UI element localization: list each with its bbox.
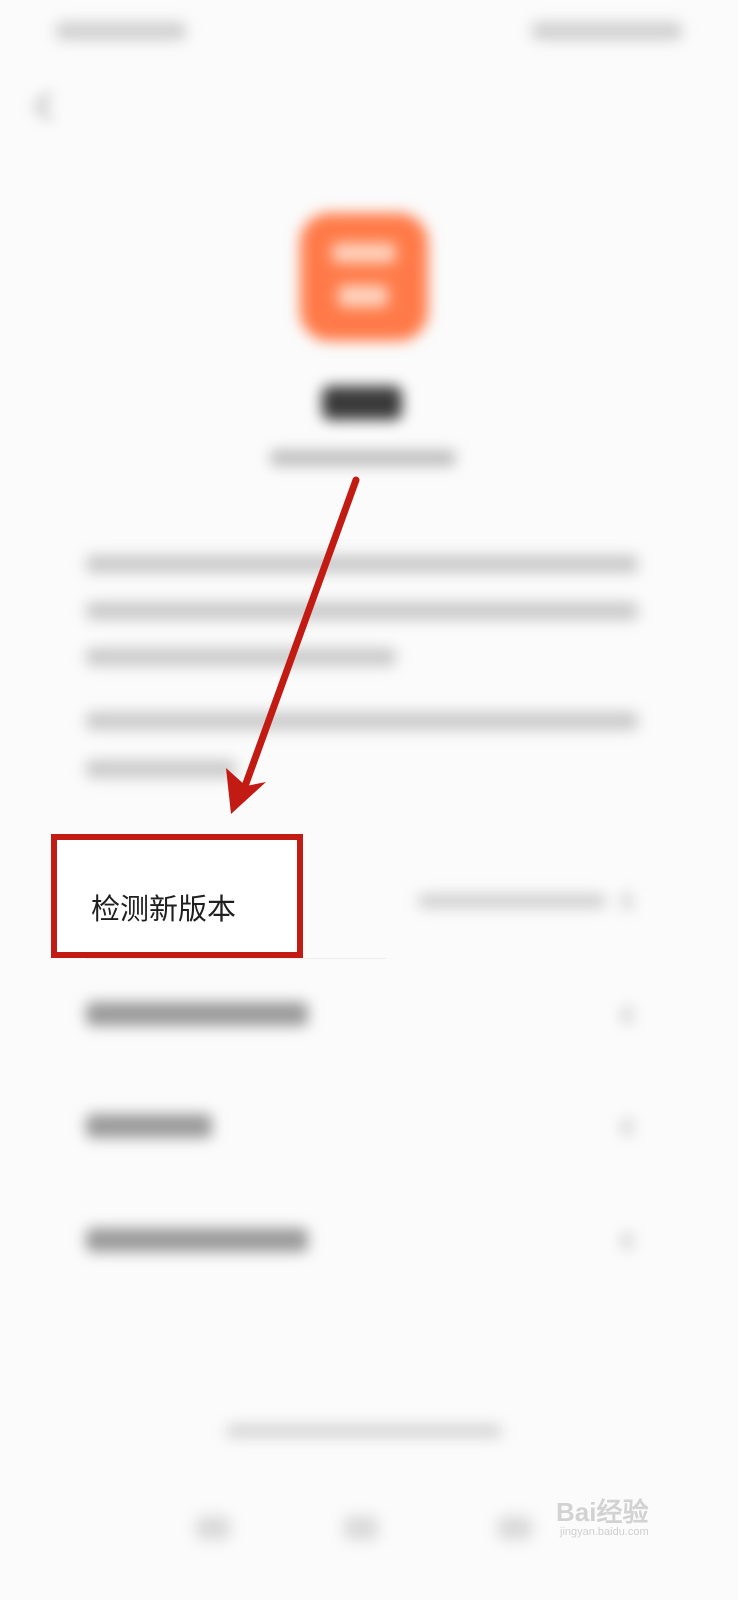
watermark-logo: Bai经验 jingyan.baidu.com [556, 1492, 726, 1552]
arrow-annotation-icon [226, 476, 360, 814]
watermark-brand: Bai经验 [556, 1497, 649, 1527]
watermark-url: jingyan.baidu.com [560, 1526, 649, 1538]
